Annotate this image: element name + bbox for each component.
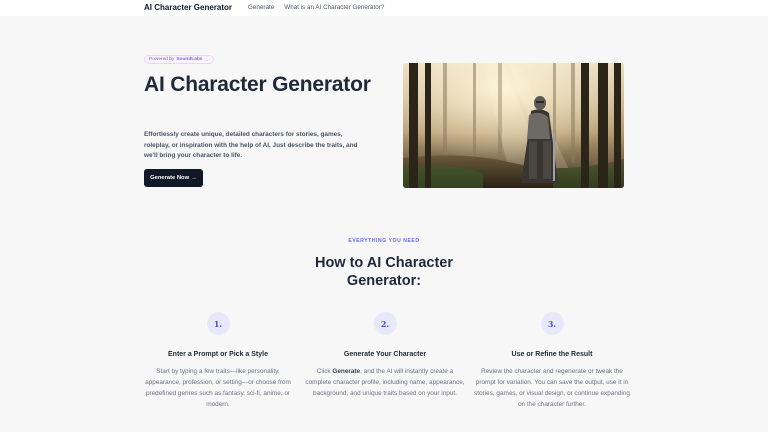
step-number-badge: 1.	[206, 312, 230, 335]
step-description: Review the character and regenerate or t…	[474, 368, 630, 408]
generate-now-button[interactable]: Generate Now →	[144, 169, 203, 187]
step-card-1: 1. Enter a Prompt or Pick a Style Start …	[138, 312, 298, 410]
arrow-right-icon: →	[191, 175, 197, 181]
powered-by-badge[interactable]: Powered by SoundLabs →	[144, 55, 214, 64]
step-title: Use or Refine the Result	[511, 351, 593, 358]
hero-knight-image	[403, 63, 624, 188]
main-nav: Generate What is an AI Character Generat…	[248, 4, 384, 11]
step-card-2: 2. Generate Your Character Click Generat…	[305, 312, 465, 399]
nav-link-generate[interactable]: Generate	[248, 4, 274, 11]
brand-logo-text[interactable]: AI Character Generator	[144, 3, 232, 12]
generate-now-label: Generate Now	[150, 175, 190, 181]
badge-prefix: Powered by	[149, 57, 175, 62]
step-title: Enter a Prompt or Pick a Style	[168, 351, 268, 358]
section-eyebrow: EVERYTHING YOU NEED	[348, 238, 420, 244]
hero-title: AI Character Generator	[144, 73, 371, 96]
badge-brand: SoundLabs	[176, 57, 203, 62]
step-description: Click Generate, and the AI will instantl…	[305, 368, 465, 397]
knight-forest-illustration	[403, 63, 624, 188]
step-number-badge: 2.	[373, 312, 397, 335]
step-title: Generate Your Character	[343, 351, 427, 358]
top-navbar: AI Character Generator Generate What is …	[0, 0, 768, 16]
section-title: How to AI Character Generator:	[314, 255, 454, 289]
step-card-3: 3. Use or Refine the Result Review the c…	[472, 312, 632, 410]
step-number-badge: 3.	[540, 312, 564, 335]
nav-link-what-is[interactable]: What is an AI Character Generator?	[284, 4, 384, 11]
hero-description: Effortlessly create unique, detailed cha…	[144, 131, 358, 159]
arrow-right-icon: →	[204, 57, 209, 62]
step-description: Start by typing a few traits—like person…	[145, 368, 291, 408]
